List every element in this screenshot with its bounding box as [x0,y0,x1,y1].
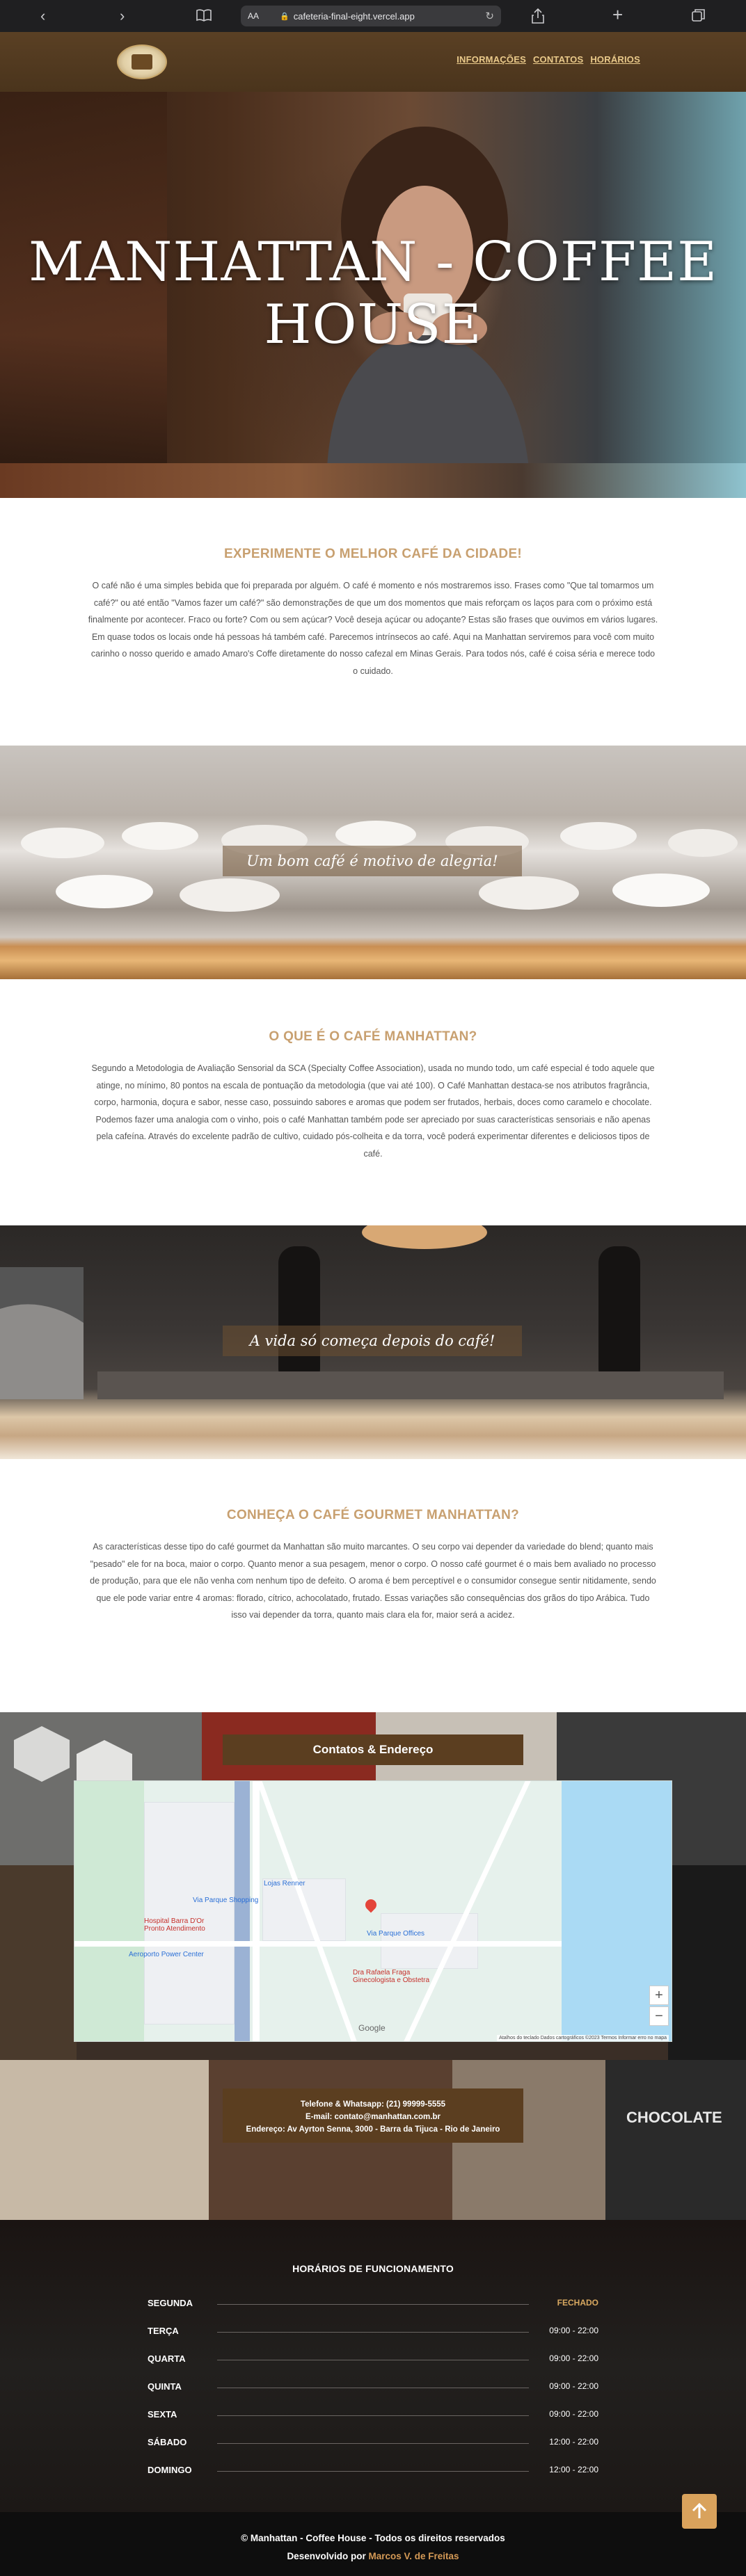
hours-time: 12:00 - 22:00 [549,2465,598,2474]
reader-aa-button[interactable]: AA [248,11,259,21]
footer-copyright: © Manhattan - Coffee House - Todos os di… [241,2533,505,2543]
hours-title: HORÁRIOS DE FUNCIONAMENTO [292,2263,454,2274]
map-label: Lojas Renner [264,1880,305,1887]
hours-divider [217,2443,529,2444]
plus-icon[interactable]: + [612,6,623,24]
tabs-icon[interactable] [692,8,706,25]
hours-divider [217,2304,529,2305]
hero-title-line1: MANHATTAN - COFFEE [28,231,718,293]
hours-time: 09:00 - 22:00 [549,2353,598,2363]
logo[interactable] [117,45,167,79]
google-logo: Google [358,2023,386,2033]
hero-banner: MANHATTAN - COFFEE HOUSE [0,92,746,498]
map-label: Via Parque Shopping [193,1897,259,1904]
hero-title-line2: HOUSE [264,293,482,356]
hours-time: 12:00 - 22:00 [549,2437,598,2447]
zoom-out-button[interactable]: − [649,2006,669,2026]
parallax-band-cups: Um bom café é motivo de alegria! [0,746,746,979]
site-header: INFORMAÇÕES CONTATOS HORÁRIOS [0,32,746,92]
hours-time: 09:00 - 22:00 [549,2381,598,2391]
map-block [144,1802,235,2024]
footer-author-link[interactable]: Marcos V. de Freitas [368,2551,459,2561]
section-title: EXPERIMENTE O MELHOR CAFÉ DA CIDADE! [223,547,523,561]
footer-credits: Desenvolvido por Marcos V. de Freitas [0,2551,746,2561]
back-to-top-button[interactable] [682,2494,717,2529]
band-caption: Um bom café é motivo de alegria! [223,846,522,876]
hours-row: QUINTA 09:00 - 22:00 [148,2381,598,2395]
section-experimente: EXPERIMENTE O MELHOR CAFÉ DA CIDADE! O c… [0,498,746,746]
hours-row: SEXTA 09:00 - 22:00 [148,2409,598,2423]
site-footer: © Manhattan - Coffee House - Todos os di… [0,2512,746,2576]
hours-section: HORÁRIOS DE FUNCIONAMENTO SEGUNDA FECHAD… [0,2220,746,2512]
contact-phone: Telefone & Whatsapp: (21) 99999-5555 [300,2100,446,2109]
arrow-up-icon [692,2502,707,2518]
section-o-que-e: O QUE É O CAFÉ MANHATTAN? Segundo a Meto… [0,979,746,1225]
map-attribution[interactable]: Atalhos do teclado Dados cartográficos ©… [497,2035,669,2041]
hours-divider [217,2415,529,2416]
nav-informacoes[interactable]: INFORMAÇÕES [457,54,526,65]
lock-icon: 🔒 [280,12,289,21]
hours-day: SEGUNDA [148,2298,193,2308]
address-bar[interactable]: AA 🔒 cafeteria-final-eight.vercel.app ↻ [241,6,501,26]
svg-text:CHOCOLATE: CHOCOLATE [626,2109,722,2126]
section-title: O QUE É O CAFÉ MANHATTAN? [269,1029,477,1044]
contact-title: Contatos & Endereço [223,1734,523,1765]
book-icon[interactable] [196,9,212,24]
hours-day: SEXTA [148,2409,177,2420]
section-conheca: CONHEÇA O CAFÉ GOURMET MANHATTAN? As car… [0,1459,746,1712]
section-body: O café não é uma simples bebida que foi … [88,581,658,676]
share-icon[interactable] [532,8,544,26]
map-label: Dra Rafaela Fraga Ginecologista e Obstet… [353,1969,430,1984]
hours-row: TERÇA 09:00 - 22:00 [148,2326,598,2340]
hours-row: QUARTA 09:00 - 22:00 [148,2353,598,2367]
parallax-band-espresso: A vida só começa depois do café! [0,1225,746,1459]
hours-row: SEGUNDA FECHADO [148,2298,598,2312]
hours-time: FECHADO [557,2298,598,2308]
reload-icon[interactable]: ↻ [485,10,494,22]
hours-day: QUINTA [148,2381,182,2392]
section-body: Segundo a Metodologia de Avaliação Senso… [91,1063,655,1159]
zoom-in-button[interactable]: + [649,1986,669,2005]
hero-shelf [0,463,746,498]
map-label: Hospital Barra D'Or Pronto Atendimento [144,1917,205,1933]
browser-toolbar: ‹ › AA 🔒 cafeteria-final-eight.vercel.ap… [0,0,746,32]
contact-email: E-mail: contato@manhattan.com.br [305,2113,441,2121]
hours-divider [217,2471,529,2472]
main-nav: INFORMAÇÕES CONTATOS HORÁRIOS [457,54,640,65]
hours-row: DOMINGO 12:00 - 22:00 [148,2465,598,2479]
hours-day: DOMINGO [148,2465,192,2475]
google-map[interactable]: Lojas Renner Via Parque Shopping Hospita… [74,1780,672,2042]
hours-day: SÁBADO [148,2437,187,2447]
nav-contatos[interactable]: CONTATOS [533,54,583,65]
hours-divider [217,2332,529,2333]
map-avenue [235,1781,250,2041]
map-green-area [74,1781,144,2041]
contact-address: Endereço: Av Ayrton Senna, 3000 - Barra … [246,2125,500,2134]
chevron-left-icon[interactable]: ‹ [40,8,45,24]
section-title: CONHEÇA O CAFÉ GOURMET MANHATTAN? [226,1508,520,1522]
contact-info: Telefone & Whatsapp: (21) 99999-5555 E-m… [223,2088,523,2143]
chevron-right-icon[interactable]: › [120,8,125,24]
section-body: As características desse tipo do café go… [90,1542,656,1620]
band-caption: A vida só começa depois do café! [223,1326,522,1356]
location-pin-icon[interactable] [363,1897,379,1913]
hours-time: 09:00 - 22:00 [549,2326,598,2335]
hero-title: MANHATTAN - COFFEE HOUSE [0,231,746,356]
hours-day: TERÇA [148,2326,179,2336]
hours-day: QUARTA [148,2353,186,2364]
map-road [253,1781,260,2041]
map-label: Aeroporto Power Center [129,1951,204,1958]
url-text: cafeteria-final-eight.vercel.app [293,10,415,22]
footer-credits-prefix: Desenvolvido por [287,2551,369,2561]
nav-horarios[interactable]: HORÁRIOS [590,54,640,65]
hours-row: SÁBADO 12:00 - 22:00 [148,2437,598,2451]
map-label: Via Parque Offices [367,1930,425,1938]
map-road [403,1781,531,2041]
hours-time: 09:00 - 22:00 [549,2409,598,2419]
